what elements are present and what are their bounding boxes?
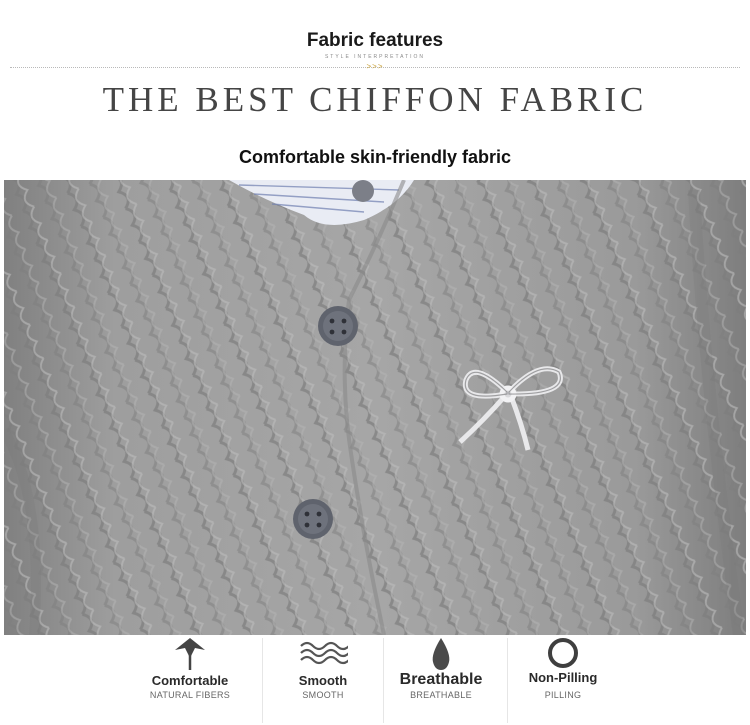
arrows-icon: >>>: [366, 62, 384, 71]
feature-desc: NATURAL FIBERS: [149, 690, 231, 700]
feature-breathable: Breathable BREATHABLE: [381, 636, 501, 725]
features-bar: Comfortable NATURAL FIBERS Smooth SMOOTH…: [0, 636, 750, 725]
feature-desc: PILLING: [544, 690, 582, 700]
collar-button-icon: [352, 180, 374, 202]
section-subtitle: STYLE INTERPRETATION: [324, 54, 426, 60]
feature-name: Comfortable: [151, 673, 229, 688]
drop-icon: [432, 638, 450, 670]
waves-icon: [300, 641, 348, 665]
section-title: Fabric features: [306, 30, 444, 51]
feature-name: Smooth: [298, 673, 348, 688]
feature-comfortable: Comfortable NATURAL FIBERS: [130, 636, 250, 725]
big-title: THE BEST CHIFFON FABRIC: [102, 80, 648, 119]
leaf-icon: [175, 638, 205, 670]
fabric-photo: [4, 180, 746, 635]
feature-name: Breathable: [399, 671, 483, 688]
feature-smooth: Smooth SMOOTH: [263, 636, 383, 725]
button-icon: [293, 499, 333, 539]
cardigan-illustration: [4, 180, 746, 635]
header: Fabric features STYLE INTERPRETATION >>>…: [0, 0, 750, 167]
feature-desc: SMOOTH: [302, 690, 344, 700]
button-icon: [318, 306, 358, 346]
feature-non-pilling: Non-Pilling PILLING: [503, 636, 623, 725]
subtitle: Comfortable skin-friendly fabric: [238, 147, 512, 167]
ring-icon: [548, 638, 578, 668]
feature-name: Non-Pilling: [528, 670, 598, 685]
feature-desc: BREATHABLE: [410, 690, 472, 700]
